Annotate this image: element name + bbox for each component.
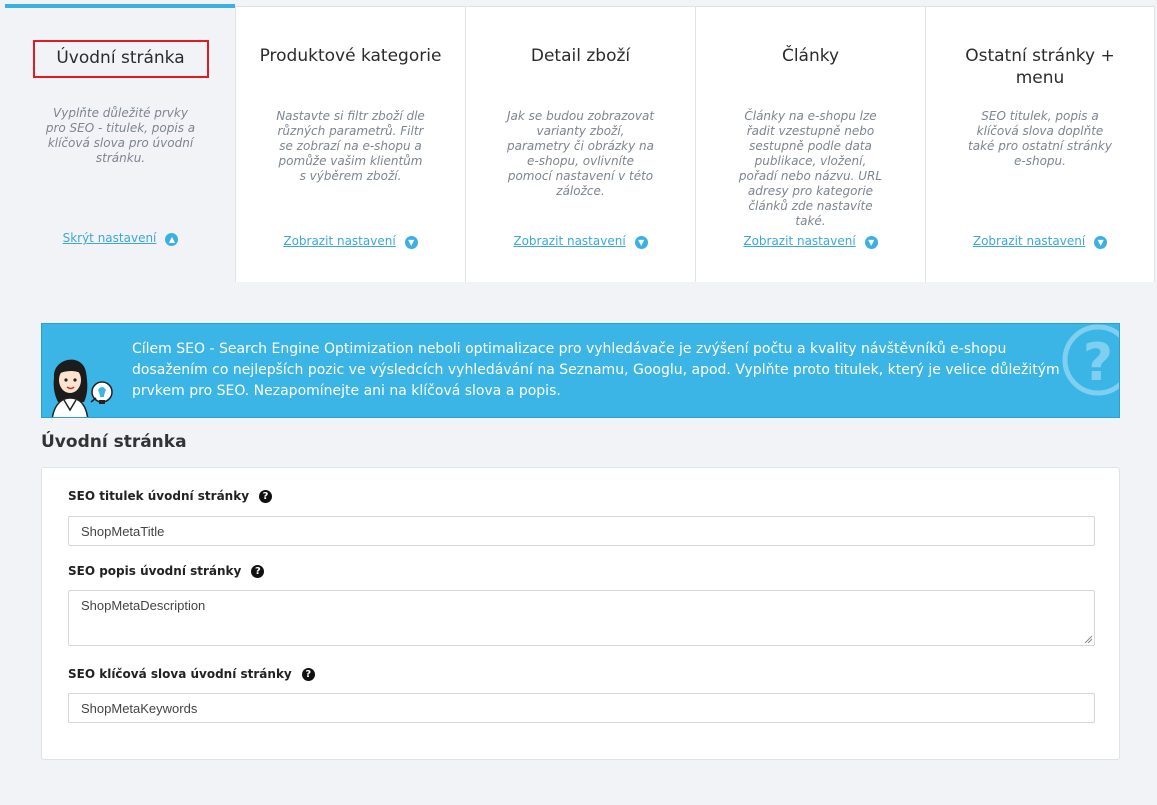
tab-title: Produktové kategorie bbox=[259, 46, 442, 66]
seo-description-value: ShopMetaDescription bbox=[81, 598, 206, 613]
tab-ostatni-stranky[interactable]: Ostatní stránky + menu SEO titulek, popi… bbox=[925, 6, 1155, 282]
question-circle-icon[interactable]: ? bbox=[301, 667, 315, 681]
tab-produktove-kategorie[interactable]: Produktové kategorie Nastavte si filtr z… bbox=[235, 6, 466, 282]
tab-detail-zbozi[interactable]: Detail zboží Jak se budou zobrazovat var… bbox=[465, 6, 696, 282]
seo-title-label-text: SEO titulek úvodní stránky bbox=[68, 489, 250, 503]
chevron-down-icon: ▼ bbox=[864, 236, 878, 249]
tab-title: Úvodní stránka bbox=[32, 40, 209, 78]
show-settings-link[interactable]: Zobrazit nastavení ▼ bbox=[696, 234, 925, 249]
seo-form-card: SEO titulek úvodní stránky ? ShopMetaTit… bbox=[41, 467, 1120, 760]
tab-uvodni-stranka[interactable]: Úvodní stránka Vyplňte důležité prvky pr… bbox=[5, 4, 236, 284]
question-mark-icon: ? bbox=[1062, 324, 1119, 396]
question-circle-icon[interactable]: ? bbox=[259, 489, 273, 503]
tab-title: Články bbox=[781, 46, 840, 66]
seo-keywords-label-text: SEO klíčová slova úvodní stránky bbox=[68, 667, 292, 681]
show-settings-label[interactable]: Zobrazit nastavení bbox=[973, 234, 1085, 248]
show-settings-link[interactable]: Zobrazit nastavení ▼ bbox=[926, 234, 1154, 249]
show-settings-link[interactable]: Zobrazit nastavení ▼ bbox=[236, 234, 465, 249]
tab-description: Nastavte si filtr zboží dle různých para… bbox=[276, 109, 425, 183]
question-circle-icon[interactable]: ? bbox=[251, 564, 265, 578]
banner-text: Cílem SEO - Search Engine Optimization n… bbox=[132, 341, 1060, 399]
chevron-down-icon: ▼ bbox=[404, 236, 418, 249]
tab-title: Detail zboží bbox=[530, 46, 631, 66]
seo-description-label: SEO popis úvodní stránky ? bbox=[68, 564, 265, 578]
settings-tabs: Úvodní stránka Vyplňte důležité prvky pr… bbox=[5, 4, 1155, 284]
tab-title: Ostatní stránky + menu bbox=[965, 46, 1115, 88]
assistant-girl-icon bbox=[51, 359, 113, 417]
chevron-down-icon: ▼ bbox=[1094, 236, 1108, 249]
tab-description: Jak se budou zobrazovat varianty zboží, … bbox=[506, 109, 655, 198]
resize-grip-icon[interactable] bbox=[1084, 635, 1092, 643]
chevron-down-icon: ▼ bbox=[634, 236, 648, 249]
svg-text:?: ? bbox=[1083, 333, 1113, 393]
seo-keywords-input[interactable]: ShopMetaKeywords bbox=[68, 693, 1095, 723]
seo-description-label-text: SEO popis úvodní stránky bbox=[68, 564, 242, 578]
tab-description: SEO titulek, popis a klíčová slova doplň… bbox=[968, 109, 1112, 168]
tab-description: Články na e-shopu lze řadit vzestupně ne… bbox=[738, 109, 883, 228]
hide-settings-label[interactable]: Skrýt nastavení bbox=[63, 231, 157, 245]
section-title: Úvodní stránka bbox=[41, 432, 187, 452]
seo-description-textarea[interactable]: ShopMetaDescription bbox=[68, 590, 1095, 646]
show-settings-link[interactable]: Zobrazit nastavení ▼ bbox=[466, 234, 695, 249]
show-settings-label[interactable]: Zobrazit nastavení bbox=[283, 234, 395, 248]
seo-info-banner: Cílem SEO - Search Engine Optimization n… bbox=[41, 323, 1120, 418]
show-settings-label[interactable]: Zobrazit nastavení bbox=[513, 234, 625, 248]
chevron-up-icon: ▲ bbox=[165, 233, 179, 246]
hide-settings-link[interactable]: Skrýt nastavení ▲ bbox=[5, 231, 236, 246]
seo-title-label: SEO titulek úvodní stránky ? bbox=[68, 489, 273, 503]
show-settings-label[interactable]: Zobrazit nastavení bbox=[743, 234, 855, 248]
tab-description: Vyplňte důležité prvky pro SEO - titulek… bbox=[45, 106, 196, 165]
tab-clanky[interactable]: Články Články na e-shopu lze řadit vzest… bbox=[695, 6, 926, 282]
seo-keywords-label: SEO klíčová slova úvodní stránky ? bbox=[68, 667, 315, 681]
seo-title-input[interactable]: ShopMetaTitle bbox=[68, 516, 1095, 546]
